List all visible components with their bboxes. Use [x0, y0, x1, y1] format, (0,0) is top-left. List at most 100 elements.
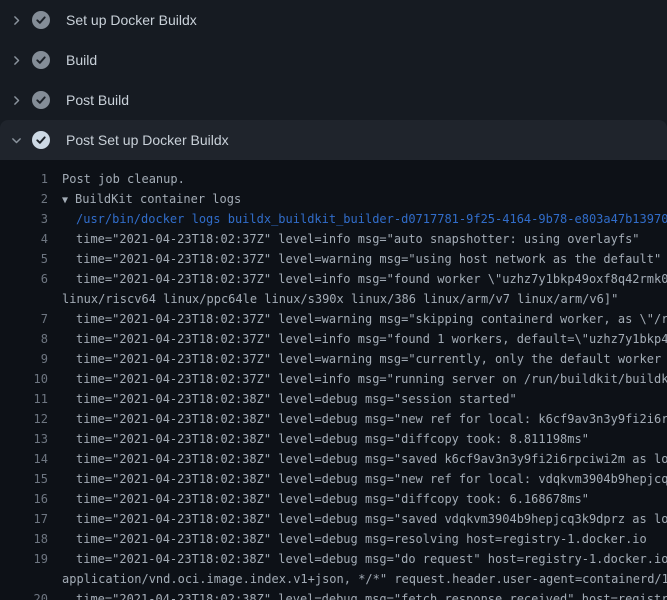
- step-header-post-set-up-docker-buildx[interactable]: Post Set up Docker Buildx: [0, 120, 667, 160]
- check-circle-icon: [32, 51, 50, 69]
- log-line-text: time="2021-04-23T18:02:38Z" level=debug …: [76, 489, 589, 509]
- log-line-number: [0, 289, 48, 309]
- step-label: Set up Docker Buildx: [66, 12, 197, 28]
- log-line-text: time="2021-04-23T18:02:38Z" level=debug …: [76, 589, 667, 600]
- log-line-number[interactable]: 19: [0, 549, 48, 569]
- log-line-content: application/vnd.oci.image.index.v1+json,…: [62, 569, 667, 589]
- step-header-post-build[interactable]: Post Build: [0, 80, 667, 120]
- log-line-number[interactable]: 14: [0, 449, 48, 469]
- log-line-number[interactable]: 16: [0, 489, 48, 509]
- log-line-text: time="2021-04-23T18:02:38Z" level=debug …: [76, 469, 667, 489]
- log-line-number[interactable]: 20: [0, 589, 48, 600]
- log-line-content: time="2021-04-23T18:02:38Z" level=debug …: [76, 429, 589, 449]
- log-line-text: time="2021-04-23T18:02:37Z" level=info m…: [76, 329, 667, 349]
- log-line-15: 15 time="2021-04-23T18:02:38Z" level=debu…: [0, 469, 667, 489]
- log-line-content: time="2021-04-23T18:02:38Z" level=debug …: [76, 469, 667, 489]
- log-line-content: time="2021-04-23T18:02:37Z" level=info m…: [76, 369, 667, 389]
- log-line-number: [0, 569, 48, 589]
- step-header-build[interactable]: Build: [0, 40, 667, 80]
- log-line-number[interactable]: 5: [0, 249, 48, 269]
- log-line-19: 19 time="2021-04-23T18:02:38Z" level=debu…: [0, 549, 667, 569]
- log-line-number[interactable]: 15: [0, 469, 48, 489]
- log-line-number[interactable]: 12: [0, 409, 48, 429]
- log-line-4: 4 time="2021-04-23T18:02:37Z" level=info …: [0, 229, 667, 249]
- log-line-5: 5 time="2021-04-23T18:02:37Z" level=warni…: [0, 249, 667, 269]
- log-line-text: time="2021-04-23T18:02:37Z" level=info m…: [76, 229, 640, 249]
- log-line-10: 10 time="2021-04-23T18:02:37Z" level=info…: [0, 369, 667, 389]
- log-line-number[interactable]: 17: [0, 509, 48, 529]
- log-line-number[interactable]: 4: [0, 229, 48, 249]
- log-line-content: time="2021-04-23T18:02:38Z" level=debug …: [76, 589, 667, 600]
- log-line-number[interactable]: 9: [0, 349, 48, 369]
- log-line-text: time="2021-04-23T18:02:37Z" level=warnin…: [76, 309, 667, 329]
- log-line-content: time="2021-04-23T18:02:38Z" level=debug …: [76, 549, 667, 569]
- log-line-number[interactable]: 7: [0, 309, 48, 329]
- log-line-3: 3/usr/bin/docker logs buildx_buildkit_bu…: [0, 209, 667, 229]
- log-line-continuation: application/vnd.oci.image.index.v1+json,…: [0, 569, 667, 589]
- log-line-text: time="2021-04-23T18:02:38Z" level=debug …: [76, 549, 667, 569]
- chevron-right-icon: [9, 13, 23, 27]
- log-line-14: 14 time="2021-04-23T18:02:38Z" level=debu…: [0, 449, 667, 469]
- chevron-down-icon: [9, 133, 23, 147]
- log-group-header[interactable]: ▼ BuildKit container logs: [62, 189, 241, 209]
- log-line-content: time="2021-04-23T18:02:38Z" level=debug …: [76, 529, 647, 549]
- log-line-content: time="2021-04-23T18:02:38Z" level=debug …: [76, 489, 589, 509]
- log-line-text: time="2021-04-23T18:02:38Z" level=debug …: [76, 429, 589, 449]
- log-line-content: time="2021-04-23T18:02:38Z" level=debug …: [76, 449, 667, 469]
- log-line-number[interactable]: 3: [0, 209, 48, 229]
- log-line-text: Post job cleanup.: [62, 169, 185, 189]
- log-line-6: 6 time="2021-04-23T18:02:37Z" level=info …: [0, 269, 667, 289]
- log-line-content: /usr/bin/docker logs buildx_buildkit_bui…: [76, 209, 667, 229]
- log-line-17: 17 time="2021-04-23T18:02:38Z" level=debu…: [0, 509, 667, 529]
- log-line-content: time="2021-04-23T18:02:37Z" level=info m…: [76, 269, 667, 289]
- log-line-content: linux/riscv64 linux/ppc64le linux/s390x …: [62, 289, 618, 309]
- check-circle-icon: [32, 91, 50, 109]
- log-line-18: 18 time="2021-04-23T18:02:38Z" level=debu…: [0, 529, 667, 549]
- log-line-text: BuildKit container logs: [75, 189, 241, 209]
- log-line-13: 13 time="2021-04-23T18:02:38Z" level=debu…: [0, 429, 667, 449]
- log-line-content: time="2021-04-23T18:02:38Z" level=debug …: [76, 409, 667, 429]
- log-line-number[interactable]: 2: [0, 189, 48, 209]
- log-line-text: time="2021-04-23T18:02:38Z" level=debug …: [76, 449, 667, 469]
- log-line-content: time="2021-04-23T18:02:37Z" level=warnin…: [76, 249, 661, 269]
- check-circle-icon: [32, 11, 50, 29]
- log-line-text: application/vnd.oci.image.index.v1+json,…: [62, 569, 667, 589]
- log-line-text: time="2021-04-23T18:02:38Z" level=debug …: [76, 389, 517, 409]
- log-line-16: 16 time="2021-04-23T18:02:38Z" level=debu…: [0, 489, 667, 509]
- log-line-content: time="2021-04-23T18:02:38Z" level=debug …: [76, 389, 517, 409]
- log-line-11: 11 time="2021-04-23T18:02:38Z" level=debu…: [0, 389, 667, 409]
- chevron-right-icon: [9, 93, 23, 107]
- log-line-text: time="2021-04-23T18:02:38Z" level=debug …: [76, 409, 667, 429]
- log-line-text: linux/riscv64 linux/ppc64le linux/s390x …: [62, 289, 618, 309]
- step-label: Build: [66, 52, 97, 68]
- log-line-text: time="2021-04-23T18:02:37Z" level=warnin…: [76, 249, 661, 269]
- log-line-content: time="2021-04-23T18:02:37Z" level=info m…: [76, 229, 640, 249]
- step-header-set-up-docker-buildx[interactable]: Set up Docker Buildx: [0, 0, 667, 40]
- log-line-number[interactable]: 1: [0, 169, 48, 189]
- log-line-content: time="2021-04-23T18:02:37Z" level=warnin…: [76, 349, 667, 369]
- step-label: Post Build: [66, 92, 129, 108]
- group-toggle-icon[interactable]: ▼: [62, 195, 68, 206]
- log-line-number[interactable]: 10: [0, 369, 48, 389]
- log-line-text: time="2021-04-23T18:02:38Z" level=debug …: [76, 509, 667, 529]
- log-line-20: 20 time="2021-04-23T18:02:38Z" level=debu…: [0, 589, 667, 600]
- log-line-content: Post job cleanup.: [62, 169, 185, 189]
- steps-list: Set up Docker Buildx Build Post Build Post …: [0, 0, 667, 160]
- log-line-text: time="2021-04-23T18:02:37Z" level=info m…: [76, 369, 667, 389]
- log-line-12: 12 time="2021-04-23T18:02:38Z" level=debu…: [0, 409, 667, 429]
- log-command-text: /usr/bin/docker logs buildx_buildkit_bui…: [76, 209, 667, 229]
- log-line-text: time="2021-04-23T18:02:37Z" level=info m…: [76, 269, 667, 289]
- log-line-continuation: linux/riscv64 linux/ppc64le linux/s390x …: [0, 289, 667, 309]
- log-line-number[interactable]: 11: [0, 389, 48, 409]
- step-label: Post Set up Docker Buildx: [66, 132, 229, 148]
- log-line-number[interactable]: 18: [0, 529, 48, 549]
- log-line-content: time="2021-04-23T18:02:37Z" level=info m…: [76, 329, 667, 349]
- log-line-text: time="2021-04-23T18:02:37Z" level=warnin…: [76, 349, 667, 369]
- log-line-number[interactable]: 13: [0, 429, 48, 449]
- log-line-1: 1 Post job cleanup.: [0, 169, 667, 189]
- log-line-text: time="2021-04-23T18:02:38Z" level=debug …: [76, 529, 647, 549]
- log-line-number[interactable]: 8: [0, 329, 48, 349]
- log-line-number[interactable]: 6: [0, 269, 48, 289]
- log-line-7: 7 time="2021-04-23T18:02:37Z" level=warni…: [0, 309, 667, 329]
- chevron-right-icon: [9, 53, 23, 67]
